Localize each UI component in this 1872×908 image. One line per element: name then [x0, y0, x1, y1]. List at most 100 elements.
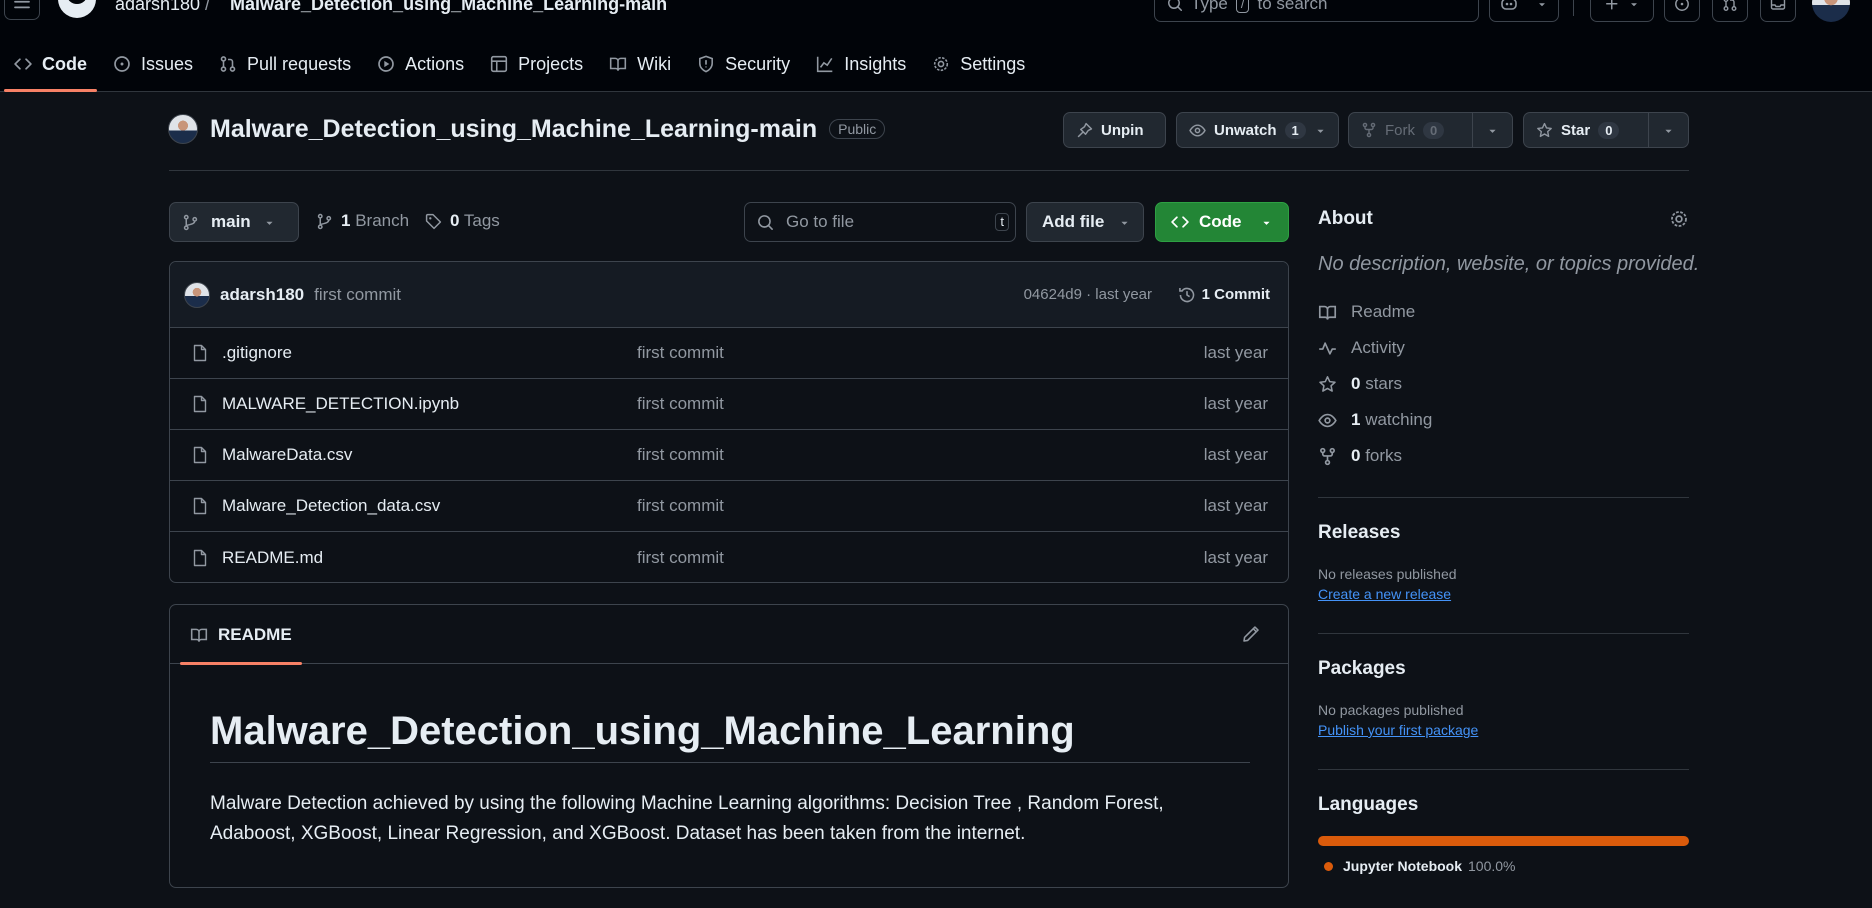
issues-button[interactable]: [1664, 0, 1700, 22]
branch-selector[interactable]: main: [169, 202, 299, 242]
breadcrumb-owner[interactable]: adarsh180: [115, 0, 200, 15]
language-bar-segment: [1318, 836, 1689, 846]
readme-header: README: [170, 605, 1288, 665]
unwatch-label: Unwatch: [1214, 121, 1277, 139]
table-row[interactable]: README.md first commit last year: [170, 532, 1288, 582]
file-name[interactable]: MALWARE_DETECTION.ipynb: [222, 394, 459, 414]
code-icon: [14, 58, 32, 70]
tab-insights[interactable]: Insights: [804, 44, 918, 84]
breadcrumb-repo[interactable]: Malware_Detection_using_Machine_Learning…: [230, 0, 667, 15]
table-row[interactable]: Malware_Detection_data.csv first commit …: [170, 481, 1288, 532]
repo-owner-avatar[interactable]: [168, 114, 198, 144]
file-commit-message[interactable]: first commit: [637, 394, 724, 414]
gear-icon[interactable]: [1669, 209, 1689, 229]
tab-projects[interactable]: Projects: [478, 44, 595, 84]
publish-package-link[interactable]: Publish your first package: [1318, 722, 1689, 738]
tab-code[interactable]: Code: [2, 44, 99, 92]
sidebar-divider: [1318, 497, 1689, 498]
file-commit-message[interactable]: first commit: [637, 496, 724, 516]
tab-settings[interactable]: Settings: [920, 44, 1037, 84]
stars-link[interactable]: 0 stars: [1318, 366, 1689, 402]
commit-author-avatar[interactable]: [184, 281, 210, 308]
create-release-link[interactable]: Create a new release: [1318, 586, 1689, 602]
file-name[interactable]: README.md: [222, 548, 323, 568]
language-item[interactable]: Jupyter Notebook 100.0%: [1318, 858, 1689, 874]
table-row[interactable]: MalwareData.csv first commit last year: [170, 430, 1288, 481]
create-new-button[interactable]: [1590, 0, 1654, 22]
commit-message[interactable]: first commit: [314, 285, 401, 305]
table-row[interactable]: .gitignore first commit last year: [170, 328, 1288, 379]
packages-title[interactable]: Packages: [1318, 658, 1689, 680]
pull-requests-button[interactable]: [1712, 0, 1748, 22]
file-icon: [193, 446, 207, 464]
pull-request-icon: [220, 56, 236, 72]
tab-security[interactable]: Security: [685, 44, 802, 84]
fork-label: Fork: [1385, 121, 1415, 139]
stars-label: stars: [1365, 374, 1403, 393]
tab-pull-requests[interactable]: Pull requests: [207, 44, 363, 84]
readme-link[interactable]: Readme: [1318, 294, 1689, 330]
file-commit-message[interactable]: first commit: [637, 445, 724, 465]
file-date: last year: [1203, 343, 1268, 362]
commits-history-link[interactable]: 1 Commit: [1178, 286, 1270, 304]
fork-count: 0: [1423, 121, 1445, 139]
add-file-button[interactable]: Add file: [1026, 202, 1144, 242]
commit-meta[interactable]: 04624d9 · last year: [1024, 286, 1152, 303]
readme-tab[interactable]: README: [180, 605, 302, 665]
search-prefix: Type: [1191, 0, 1228, 13]
inbox-button[interactable]: [1760, 0, 1796, 22]
user-avatar[interactable]: [1812, 0, 1850, 22]
file-commit-message[interactable]: first commit: [637, 343, 724, 363]
star-icon: [1537, 122, 1552, 137]
language-percent: 100.0%: [1468, 858, 1516, 874]
star-button[interactable]: Star 0: [1523, 112, 1689, 148]
tab-wiki[interactable]: Wiki: [597, 44, 683, 84]
tab-actions-label: Actions: [405, 53, 465, 74]
copilot-button[interactable]: [1489, 0, 1559, 22]
chevron-down-icon: [1631, 3, 1637, 7]
tab-issues[interactable]: Issues: [101, 44, 205, 84]
readme-heading: Malware_Detection_using_Machine_Learning: [210, 709, 1250, 763]
file-name[interactable]: .gitignore: [222, 343, 292, 363]
tab-actions[interactable]: Actions: [365, 44, 476, 84]
pin-icon: [1077, 122, 1093, 137]
file-name[interactable]: Malware_Detection_data.csv: [222, 496, 440, 516]
unpin-button[interactable]: Unpin: [1063, 112, 1166, 148]
code-button[interactable]: Code: [1155, 202, 1289, 242]
file-date: last year: [1203, 394, 1268, 413]
tags-link[interactable]: 0 Tags: [425, 211, 500, 231]
chevron-down-icon[interactable]: [1314, 124, 1327, 137]
file-name[interactable]: MalwareData.csv: [222, 445, 352, 465]
menu-button[interactable]: [4, 0, 40, 20]
commit-author[interactable]: adarsh180: [220, 285, 304, 305]
fork-button[interactable]: Fork 0: [1348, 112, 1513, 148]
branch-count: 1: [341, 211, 351, 230]
pencil-icon[interactable]: [1242, 625, 1260, 643]
releases-title[interactable]: Releases: [1318, 522, 1689, 544]
releases-status: No releases published: [1318, 566, 1457, 582]
fork-icon: [1320, 447, 1335, 465]
fork-dropdown[interactable]: [1473, 113, 1512, 147]
packages-status: No packages published: [1318, 702, 1464, 718]
breadcrumb-separator: /: [205, 0, 211, 14]
goto-file-input[interactable]: Go to file t: [744, 202, 1016, 242]
github-logo-icon[interactable]: [58, 0, 96, 18]
unwatch-button[interactable]: Unwatch 1: [1176, 112, 1339, 148]
star-dropdown[interactable]: [1649, 113, 1688, 147]
forks-link[interactable]: 0 forks: [1318, 438, 1689, 474]
table-row[interactable]: MALWARE_DETECTION.ipynb first commit las…: [170, 379, 1288, 430]
watching-label: watching: [1365, 410, 1433, 429]
watching-link[interactable]: 1 watching: [1318, 402, 1689, 438]
tab-wiki-label: Wiki: [637, 53, 672, 74]
chevron-down-icon: [1263, 221, 1269, 225]
add-file-label: Add file: [1042, 212, 1105, 231]
file-commit-message[interactable]: first commit: [637, 548, 724, 568]
star-count: 0: [1598, 121, 1620, 139]
readme-tab-label: README: [218, 624, 292, 644]
repo-name[interactable]: Malware_Detection_using_Machine_Learning…: [210, 115, 817, 144]
activity-link[interactable]: Activity: [1318, 330, 1689, 366]
tab-pull-requests-label: Pull requests: [247, 53, 352, 74]
global-search-input[interactable]: Type / to search: [1154, 0, 1479, 22]
copilot-icon: [1501, 0, 1517, 10]
branches-link[interactable]: 1 Branch: [316, 211, 409, 231]
